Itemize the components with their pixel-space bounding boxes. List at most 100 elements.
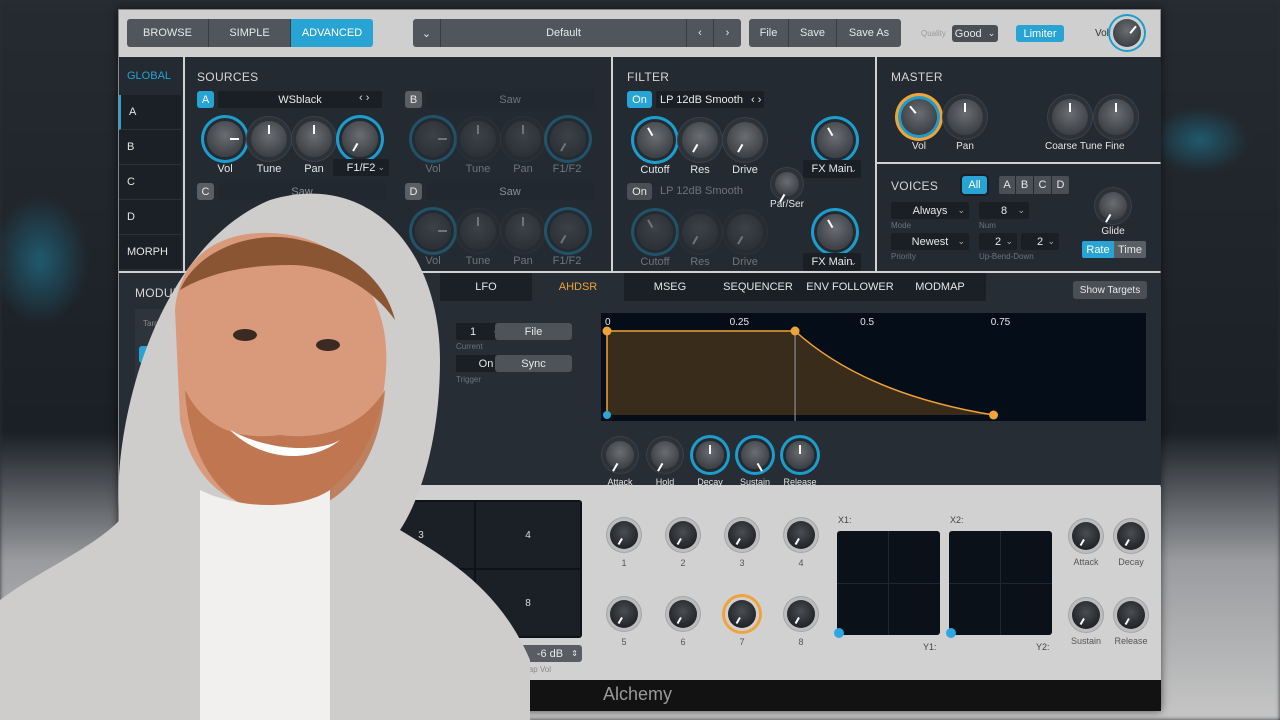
source-a-waveform[interactable]: WSblack — [218, 91, 382, 108]
preset-name[interactable]: Default — [441, 19, 687, 47]
perform-sustain-knob[interactable] — [1072, 601, 1100, 629]
sidebar-item-morph[interactable]: MORPH — [119, 235, 181, 270]
source-a-f1f2-knob[interactable] — [342, 121, 378, 157]
perform-knob-7[interactable] — [728, 600, 756, 628]
mod-row-on-button[interactable]: On — [139, 382, 165, 399]
perform-decay-knob[interactable] — [1117, 522, 1145, 550]
tab-modmap[interactable]: MODMAP — [900, 273, 980, 301]
source-b-pan-knob[interactable] — [505, 121, 541, 157]
bend-up-select[interactable]: 2 ⌄ — [979, 233, 1017, 250]
source-a-pan-knob[interactable] — [296, 121, 332, 157]
pad-8[interactable]: 8 — [476, 570, 580, 636]
source-b-tune-knob[interactable] — [460, 121, 496, 157]
perform-attack-knob[interactable] — [1072, 522, 1100, 550]
filter1-res-knob[interactable] — [682, 122, 718, 158]
master-vol-knob[interactable] — [901, 99, 937, 135]
sidebar-global[interactable]: GLOBAL — [127, 70, 171, 82]
filter1-on-button[interactable]: On — [627, 91, 652, 108]
filter1-type-select[interactable]: LP 12dB Smooth ‹ › — [656, 91, 764, 108]
tab-simple[interactable]: SIMPLE — [209, 19, 291, 47]
envelope-hold-point[interactable] — [790, 326, 800, 336]
tab-browse[interactable]: BROWSE — [127, 19, 209, 47]
voices-mode-select[interactable]: Always ⌄ — [891, 202, 969, 219]
decay-knob[interactable] — [696, 441, 724, 469]
voices-d-button[interactable]: D — [1052, 176, 1069, 194]
sustain-knob[interactable] — [741, 441, 769, 469]
source-a-nav-icon[interactable]: ‹ › — [359, 92, 369, 104]
xy-pad-2-handle[interactable] — [946, 628, 956, 638]
snap-vol-stepper[interactable]: -6 dB ⇕ — [518, 645, 582, 662]
source-c-waveform[interactable]: Saw — [218, 183, 386, 200]
master-pan-knob[interactable] — [947, 99, 983, 135]
tab-lfo[interactable]: LFO — [440, 273, 532, 301]
perform-knob-4[interactable] — [787, 521, 815, 549]
glide-time-button[interactable]: Time — [1114, 241, 1146, 258]
voices-b-button[interactable]: B — [1016, 176, 1033, 194]
mod-row-on-button[interactable]: On — [139, 346, 165, 363]
filter2-type-select[interactable]: LP 12dB Smooth — [660, 185, 743, 197]
quality-select[interactable]: Good ⌄ — [952, 25, 998, 42]
pad-4[interactable]: 4 — [476, 502, 580, 568]
par-ser-knob[interactable] — [775, 172, 799, 196]
perform-knob-5[interactable] — [610, 600, 638, 628]
filter2-drive-knob[interactable] — [727, 214, 763, 250]
file-button[interactable]: File — [749, 19, 789, 47]
filter1-output-knob[interactable] — [817, 122, 853, 158]
source-d-vol-knob[interactable] — [415, 213, 451, 249]
xy-pad-2[interactable] — [946, 531, 1052, 638]
bend-down-select[interactable]: 2 ⌄ — [1021, 233, 1059, 250]
next-preset-button[interactable]: › — [714, 19, 741, 47]
env-file-button[interactable]: File — [495, 323, 572, 340]
save-button[interactable]: Save — [789, 19, 837, 47]
source-a-tune-knob[interactable] — [251, 121, 287, 157]
perform-knob-6[interactable] — [669, 600, 697, 628]
filter1-output-select[interactable]: FX Main ⌄ — [803, 160, 861, 178]
source-c-toggle[interactable]: C — [197, 183, 214, 200]
xy-pad-1-handle[interactable] — [834, 628, 844, 638]
sidebar-item-c[interactable]: C — [119, 165, 181, 200]
limiter-button[interactable]: Limiter — [1016, 25, 1064, 42]
voices-all-button[interactable]: All — [962, 176, 987, 194]
prev-preset-button[interactable]: ‹ — [687, 19, 714, 47]
voices-a-button[interactable]: A — [999, 176, 1015, 194]
perform-release-knob[interactable] — [1117, 601, 1145, 629]
filter2-res-knob[interactable] — [682, 214, 718, 250]
preset-menu-button[interactable]: ⌄ — [413, 19, 441, 47]
source-b-route[interactable]: F1/F2 — [542, 163, 592, 175]
glide-rate-button[interactable]: Rate — [1082, 241, 1114, 258]
source-d-waveform[interactable]: Saw — [426, 183, 594, 200]
perform-knob-1[interactable] — [610, 521, 638, 549]
filter1-cutoff-knob[interactable] — [637, 122, 673, 158]
voices-priority-select[interactable]: Newest ⌄ — [891, 233, 969, 250]
perform-knob-8[interactable] — [787, 600, 815, 628]
source-b-toggle[interactable]: B — [405, 91, 422, 108]
glide-knob[interactable] — [1099, 192, 1127, 220]
filter1-drive-knob[interactable] — [727, 122, 763, 158]
envelope-release-point[interactable] — [989, 410, 999, 420]
sidebar-item-d[interactable]: D — [119, 200, 181, 235]
source-d-pan-knob[interactable] — [505, 213, 541, 249]
filter2-on-button[interactable]: On — [627, 183, 652, 200]
envelope-attack-point[interactable] — [602, 326, 612, 336]
source-b-waveform[interactable]: Saw — [426, 91, 594, 108]
perform-knob-3[interactable] — [728, 521, 756, 549]
hold-knob[interactable] — [651, 441, 679, 469]
tab-env-follower[interactable]: ENV FOLLOWER — [800, 273, 900, 301]
mod-row-on-button[interactable]: On — [139, 418, 165, 435]
source-d-tune-knob[interactable] — [460, 213, 496, 249]
source-a-vol-knob[interactable] — [207, 121, 243, 157]
master-vol-knob[interactable] — [1113, 19, 1141, 47]
sidebar-item-a[interactable]: A — [119, 95, 181, 130]
perform-knob-2[interactable] — [669, 521, 697, 549]
filter2-cutoff-knob[interactable] — [637, 214, 673, 250]
envelope-start-point[interactable] — [603, 411, 611, 419]
master-coarse-knob[interactable] — [1052, 99, 1088, 135]
source-d-f1f2-knob[interactable] — [550, 213, 586, 249]
tab-sequencer[interactable]: SEQUENCER — [716, 273, 800, 301]
release-knob[interactable] — [786, 441, 814, 469]
xy-pad-1[interactable] — [834, 531, 940, 638]
tab-advanced[interactable]: ADVANCED — [291, 19, 373, 47]
save-as-button[interactable]: Save As — [837, 19, 901, 47]
source-b-f1f2-knob[interactable] — [550, 121, 586, 157]
pad-3[interactable]: 3 — [368, 502, 474, 568]
